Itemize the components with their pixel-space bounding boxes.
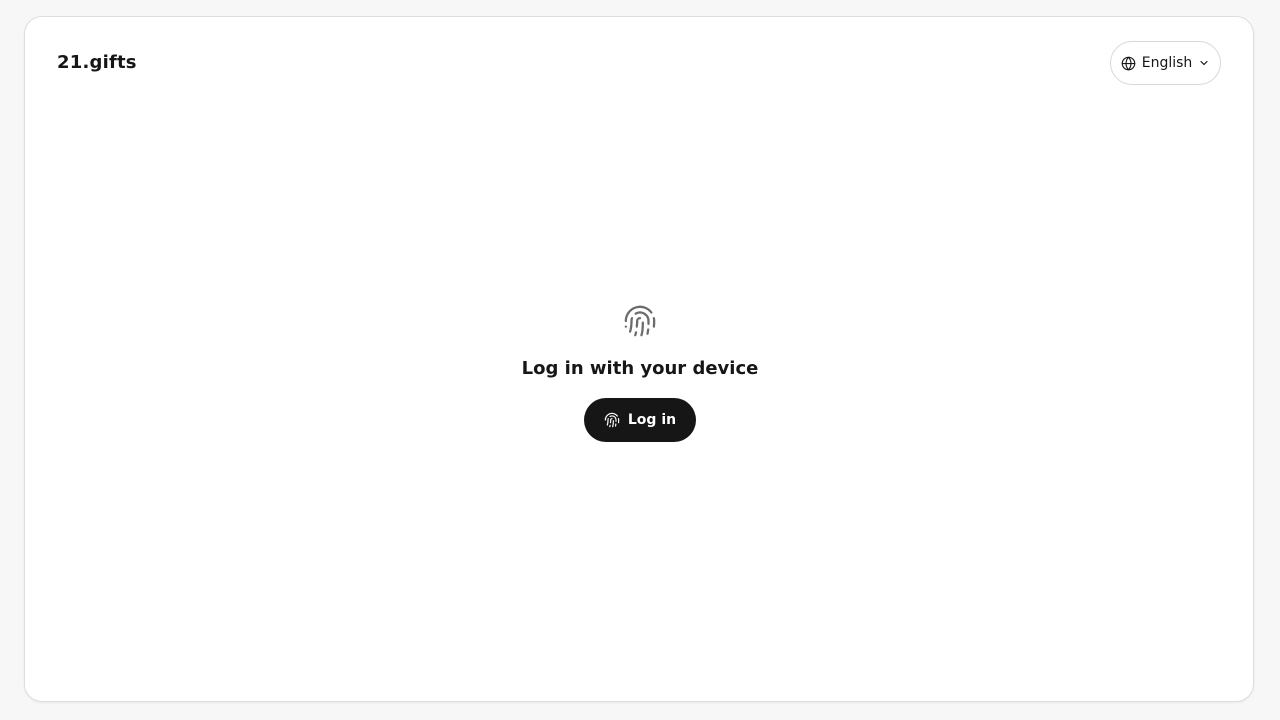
page-heading: Log in with your device	[521, 358, 759, 379]
globe-icon	[1121, 56, 1136, 71]
language-label: English	[1141, 55, 1193, 71]
login-button[interactable]: Log in	[584, 398, 696, 442]
fingerprint-icon	[623, 304, 657, 338]
language-selector-button[interactable]: English	[1110, 41, 1221, 85]
fingerprint-icon	[604, 412, 620, 428]
login-section: Log in with your device Log in	[0, 304, 1280, 442]
login-button-label: Log in	[627, 412, 677, 428]
logo[interactable]: 21.gifts	[57, 52, 137, 73]
chevron-down-icon	[1198, 57, 1210, 69]
